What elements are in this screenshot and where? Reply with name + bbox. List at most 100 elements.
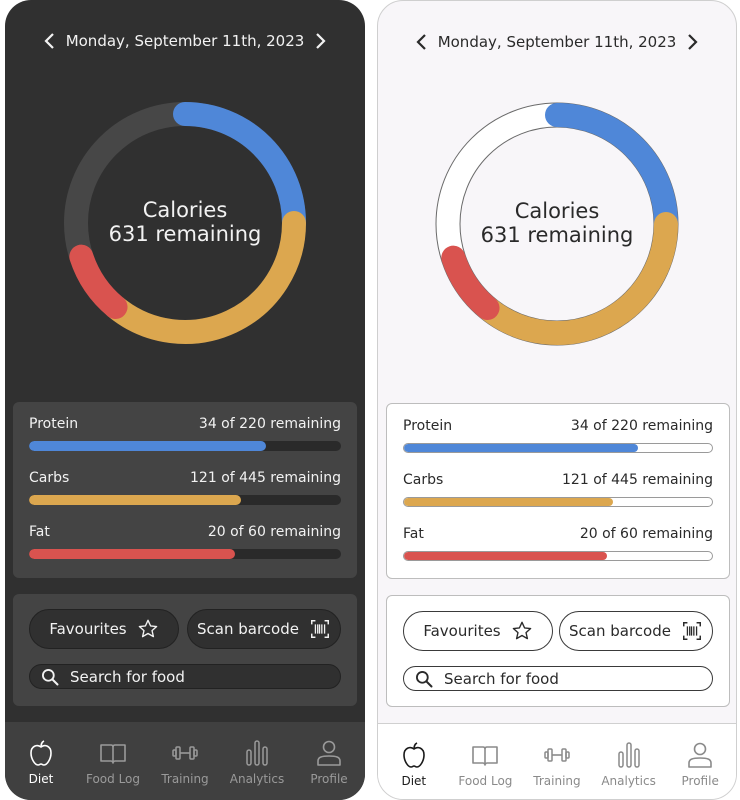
- ring-title: Calories: [142, 198, 228, 222]
- tab-food-log[interactable]: Food Log: [78, 722, 148, 800]
- user-icon: [688, 742, 712, 768]
- search-input[interactable]: Search for food: [403, 666, 713, 691]
- star-icon: [138, 619, 157, 638]
- macro-value: 121 of 445 remaining: [562, 472, 713, 488]
- tab-diet[interactable]: Diet: [379, 724, 449, 799]
- scan-barcode-button[interactable]: Scan barcode: [187, 609, 341, 649]
- tab-label: Analytics: [601, 774, 656, 788]
- tab-label: Diet: [28, 772, 54, 786]
- bottom-tab-bar: Diet Food Log Training Analytics Profile: [378, 723, 736, 799]
- book-icon: [472, 746, 499, 766]
- tab-label: Food Log: [85, 772, 141, 786]
- macro-value: 34 of 220 remaining: [198, 416, 341, 432]
- search-input[interactable]: Search for food: [29, 664, 341, 689]
- progress-fill: [404, 498, 614, 506]
- macro-value: 20 of 60 remaining: [207, 524, 341, 540]
- ring-remaining: 631 remaining: [480, 223, 634, 247]
- search-icon: [42, 668, 59, 685]
- macro-panel: Protein 34 of 220 remaining Carbs 121 of 4…: [386, 403, 730, 579]
- progress-fill: [29, 441, 267, 451]
- favourites-label: Favourites: [49, 620, 127, 638]
- bar-chart-icon: [617, 742, 640, 768]
- tab-label: Food Log: [458, 774, 513, 788]
- macro-label: Fat: [29, 524, 50, 540]
- date-label: Monday, September 11th, 2023: [437, 33, 677, 51]
- progress-track: [403, 443, 713, 453]
- chevron-left-icon[interactable]: [40, 30, 60, 52]
- tab-profile[interactable]: Profile: [294, 722, 364, 800]
- progress-track: [29, 495, 341, 505]
- macro-fat: Fat 20 of 60 remaining: [29, 522, 341, 576]
- tab-label: Analytics: [229, 772, 285, 786]
- progress-fill: [29, 549, 235, 559]
- scan-label: Scan barcode: [569, 622, 671, 640]
- tab-diet[interactable]: Diet: [6, 722, 76, 800]
- progress-track: [29, 441, 341, 451]
- tab-label: Training: [533, 774, 581, 788]
- ring-title: Calories: [514, 199, 600, 223]
- search-placeholder: Search for food: [70, 667, 185, 686]
- chevron-right-icon[interactable]: [682, 31, 702, 53]
- macro-label: Carbs: [29, 470, 70, 486]
- book-icon: [100, 744, 126, 764]
- scan-barcode-button[interactable]: Scan barcode: [559, 611, 713, 651]
- tab-label: Training: [161, 772, 209, 786]
- calorie-ring: Calories 631 remaining: [60, 98, 310, 348]
- tab-profile[interactable]: Profile: [665, 724, 735, 799]
- date-navigator: Monday, September 11th, 2023: [5, 28, 365, 54]
- ring-segment-fat: [69, 244, 128, 319]
- tab-analytics[interactable]: Analytics: [222, 722, 292, 800]
- search-icon: [416, 670, 433, 687]
- favourites-label: Favourites: [423, 622, 501, 640]
- progress-fill: [29, 495, 242, 505]
- macro-carbs: Carbs 121 of 445 remaining: [29, 468, 341, 522]
- ring-remaining: 631 remaining: [108, 222, 262, 246]
- favourites-button[interactable]: Favourites: [29, 609, 179, 649]
- ring-segment-fat: [441, 245, 500, 320]
- dumbbell-icon: [544, 748, 570, 762]
- macro-value: 20 of 60 remaining: [579, 526, 713, 542]
- macro-carbs: Carbs 121 of 445 remaining: [403, 470, 713, 524]
- macro-label: Fat: [403, 526, 424, 542]
- macro-panel: Protein 34 of 220 remaining Carbs 121 of 4…: [13, 402, 357, 578]
- macro-protein: Protein 34 of 220 remaining: [29, 414, 341, 468]
- barcode-icon: [311, 620, 329, 638]
- progress-fill: [404, 444, 639, 452]
- progress-track: [403, 551, 713, 561]
- actions-panel: Favourites Scan barcode Search for food: [13, 594, 357, 706]
- tab-food-log[interactable]: Food Log: [450, 724, 520, 799]
- favourites-button[interactable]: Favourites: [403, 611, 553, 651]
- tab-training[interactable]: Training: [150, 722, 220, 800]
- progress-track: [29, 549, 341, 559]
- user-icon: [317, 740, 341, 766]
- tab-label: Profile: [681, 774, 719, 788]
- bar-chart-icon: [246, 740, 268, 766]
- dumbbell-icon: [172, 746, 198, 760]
- progress-fill: [404, 552, 608, 560]
- macro-value: 34 of 220 remaining: [570, 418, 713, 434]
- macro-label: Protein: [29, 416, 79, 432]
- bottom-tab-bar: Diet Food Log Training Analytics Profile: [5, 722, 365, 800]
- star-icon: [512, 621, 531, 640]
- tab-analytics[interactable]: Analytics: [594, 724, 664, 799]
- calorie-ring: Calories 631 remaining: [432, 99, 682, 349]
- tab-label: Diet: [401, 774, 427, 788]
- date-label: Monday, September 11th, 2023: [65, 32, 305, 50]
- chevron-left-icon[interactable]: [412, 31, 432, 53]
- chevron-right-icon[interactable]: [310, 30, 330, 52]
- macro-fat: Fat 20 of 60 remaining: [403, 524, 713, 578]
- macro-value: 121 of 445 remaining: [190, 470, 341, 486]
- phone-dark-theme: Monday, September 11th, 2023 Calories 63…: [5, 0, 365, 800]
- apple-icon: [402, 742, 425, 768]
- macro-label: Protein: [403, 418, 453, 434]
- scan-label: Scan barcode: [197, 620, 299, 638]
- macro-label: Carbs: [403, 472, 444, 488]
- apple-icon: [30, 740, 52, 766]
- tab-training[interactable]: Training: [522, 724, 592, 799]
- progress-track: [403, 497, 713, 507]
- tab-label: Profile: [310, 772, 348, 786]
- date-navigator: Monday, September 11th, 2023: [378, 29, 736, 55]
- phone-light-theme: Monday, September 11th, 2023 Calories 63…: [377, 0, 737, 800]
- search-placeholder: Search for food: [444, 669, 559, 688]
- barcode-icon: [683, 622, 701, 640]
